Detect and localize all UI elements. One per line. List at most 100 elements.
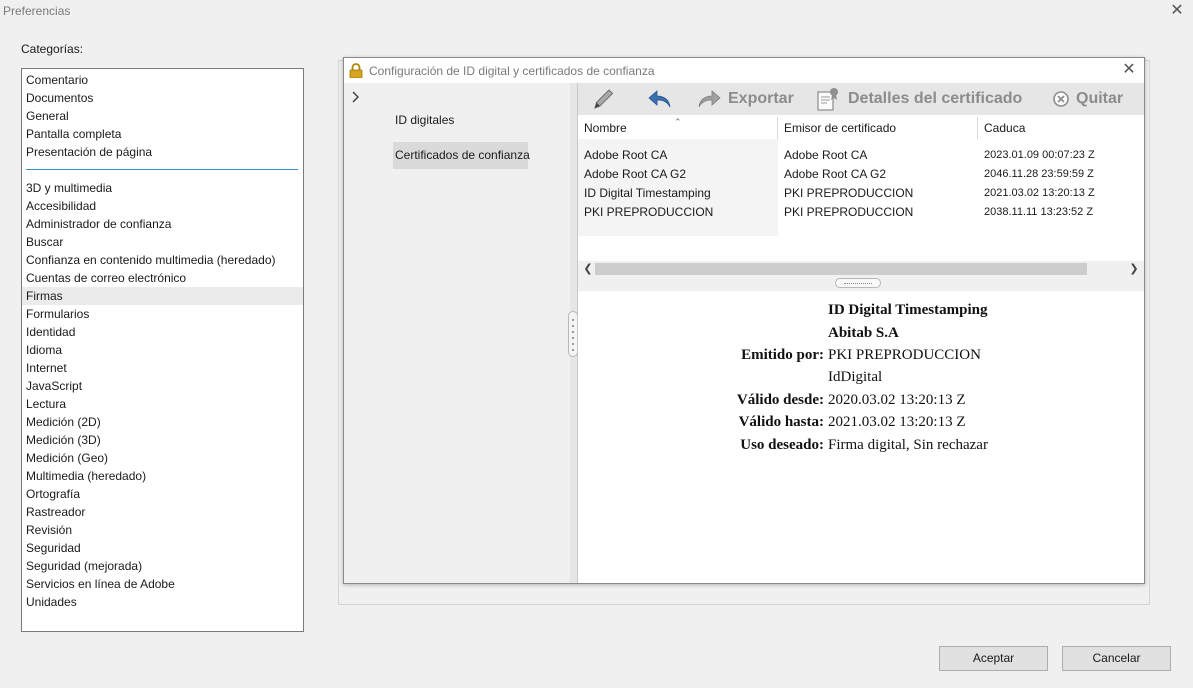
detail-issued-by-row: Emitido por: PKI PREPRODUCCION (578, 344, 1144, 366)
detail-cert-org: Abitab S.A (828, 325, 899, 341)
category-item[interactable]: Formularios (22, 305, 303, 323)
dialog-nav-pane: ID digitales Certificados de confianza (344, 83, 570, 583)
remove-label: Quitar (1076, 90, 1124, 107)
toolbar: Exportar Detalles del certificado Quitar (578, 83, 1144, 115)
cell-name: Adobe Root CA (584, 148, 668, 162)
detail-valid-from-value: 2020.03.02 13:20:13 Z (828, 392, 966, 408)
column-header-expires[interactable]: Caduca (978, 117, 1146, 139)
detail-valid-from-label: Válido desde: (736, 392, 824, 408)
category-item[interactable]: Administrador de confianza (22, 215, 303, 233)
category-item[interactable]: Presentación de página (22, 143, 303, 161)
cell-issuer: Adobe Root CA G2 (784, 167, 887, 181)
category-item[interactable]: Medición (3D) (22, 431, 303, 449)
edit-button[interactable] (590, 83, 616, 115)
detail-issued-by-value: PKI PREPRODUCCION (828, 347, 981, 363)
remove-circle-x-icon (1053, 91, 1069, 107)
horizontal-grip-icon[interactable] (835, 278, 881, 288)
lock-icon (349, 63, 363, 79)
window-title: Preferencias (3, 4, 71, 18)
category-item[interactable]: Documentos (22, 89, 303, 107)
dialog-titlebar: Configuración de ID digital y certificad… (344, 58, 1144, 83)
detail-usage-label: Uso deseado: (740, 437, 824, 453)
category-item[interactable]: Rastreador (22, 503, 303, 521)
certificates-table: ⌃ Nombre Emisor de certificado Caduca Ad… (578, 115, 1144, 260)
certificate-icon (817, 88, 838, 111)
category-item[interactable]: 3D y multimedia (22, 179, 303, 197)
table-row[interactable]: PKI PREPRODUCCION PKI PREPRODUCCION 2038.1… (578, 203, 1138, 222)
cell-issuer: PKI PREPRODUCCION (784, 205, 914, 219)
category-item[interactable]: Seguridad (22, 539, 303, 557)
categories-label: Categorías: (21, 42, 84, 56)
category-item[interactable]: Buscar (22, 233, 303, 251)
cell-name: PKI PREPRODUCCION (584, 205, 714, 219)
chevron-right-icon[interactable] (351, 91, 363, 103)
certificate-details-button[interactable]: Detalles del certificado (814, 83, 1022, 115)
detail-cert-name: ID Digital Timestamping (828, 302, 988, 318)
category-item[interactable]: Multimedia (heredado) (22, 467, 303, 485)
category-item[interactable]: Comentario (22, 71, 303, 89)
category-item[interactable]: Internet (22, 359, 303, 377)
remove-button[interactable]: Quitar (1052, 83, 1123, 115)
dialog-close-icon[interactable]: ✕ (1120, 60, 1138, 80)
category-item[interactable]: Confianza en contenido multimedia (hered… (22, 251, 303, 269)
scroll-left-icon[interactable]: ❮ (580, 261, 596, 277)
import-button[interactable] (647, 83, 673, 115)
nav-item-trusted-certificates[interactable]: Certificados de confianza (393, 142, 530, 169)
window-close-icon[interactable]: ✕ (1169, 2, 1185, 20)
categories-list[interactable]: Comentario Documentos General Pantalla comp… (21, 68, 304, 632)
column-header-name-label: Nombre (584, 121, 627, 135)
table-row[interactable]: Adobe Root CA G2 Adobe Root CA G2 2046.11.… (578, 165, 1138, 184)
category-item[interactable]: Unidades (22, 593, 303, 611)
category-item[interactable]: Identidad (22, 323, 303, 341)
column-header-name[interactable]: ⌃ Nombre (578, 117, 778, 139)
category-item[interactable]: General (22, 107, 303, 125)
cell-expires: 2023.01.09 00:07:23 Z (984, 149, 1095, 161)
undo-arrow-icon (648, 90, 671, 108)
scroll-thumb[interactable] (595, 263, 1087, 275)
detail-valid-to-value: 2021.03.02 13:20:13 Z (828, 414, 966, 430)
category-separator (22, 161, 303, 179)
digital-id-dialog: Configuración de ID digital y certificad… (343, 57, 1145, 584)
category-item[interactable]: Firmas (22, 287, 303, 305)
scroll-right-icon[interactable]: ❯ (1126, 261, 1142, 277)
horizontal-scrollbar[interactable]: ❮ ❯ (578, 261, 1144, 277)
detail-valid-to-row: Válido hasta: 2021.03.02 13:20:13 Z (578, 411, 1144, 433)
horizontal-splitter[interactable] (578, 277, 1144, 291)
category-item[interactable]: Idioma (22, 341, 303, 359)
ok-button[interactable]: Aceptar (939, 646, 1048, 671)
category-item[interactable]: Seguridad (mejorada) (22, 557, 303, 575)
dialog-content: Exportar Detalles del certificado Quitar… (577, 83, 1144, 583)
category-item[interactable]: Pantalla completa (22, 125, 303, 143)
table-row[interactable]: Adobe Root CA Adobe Root CA 2023.01.09 00:… (578, 146, 1138, 165)
vertical-splitter[interactable] (568, 83, 578, 583)
detail-issued-by-label: Emitido por: (741, 347, 824, 363)
detail-usage-row: Uso deseado: Firma digital, Sin rechazar (578, 434, 1144, 456)
cell-name: ID Digital Timestamping (584, 186, 711, 200)
category-item[interactable]: Servicios en línea de Adobe (22, 575, 303, 593)
cell-issuer: Adobe Root CA (784, 148, 868, 162)
pencil-icon (594, 89, 614, 109)
category-item[interactable]: Medición (Geo) (22, 449, 303, 467)
cell-expires: 2021.03.02 13:20:13 Z (984, 187, 1095, 199)
redo-arrow-icon (698, 90, 721, 108)
cell-name: Adobe Root CA G2 (584, 167, 687, 181)
column-header-issuer[interactable]: Emisor de certificado (778, 117, 978, 139)
category-item[interactable]: Ortografía (22, 485, 303, 503)
detail-valid-to-label: Válido hasta: (738, 414, 824, 430)
detail-valid-from-row: Válido desde: 2020.03.02 13:20:13 Z (578, 389, 1144, 411)
cancel-button[interactable]: Cancelar (1062, 646, 1171, 671)
category-item[interactable]: JavaScript (22, 377, 303, 395)
export-button[interactable]: Exportar (696, 83, 794, 115)
table-row[interactable]: ID Digital Timestamping PKI PREPRODUCCION… (578, 184, 1138, 203)
cell-expires: 2038.11.11 13:23:52 Z (984, 206, 1094, 218)
dialog-title: Configuración de ID digital y certificad… (369, 64, 655, 78)
cell-expires: 2046.11.28 23:59:59 Z (984, 168, 1094, 180)
export-label: Exportar (728, 90, 794, 107)
nav-item-digital-ids[interactable]: ID digitales (393, 108, 456, 132)
category-item[interactable]: Revisión (22, 521, 303, 539)
category-item[interactable]: Medición (2D) (22, 413, 303, 431)
category-item[interactable]: Cuentas de correo electrónico (22, 269, 303, 287)
category-item[interactable]: Lectura (22, 395, 303, 413)
cell-issuer: PKI PREPRODUCCION (784, 186, 914, 200)
category-item[interactable]: Accesibilidad (22, 197, 303, 215)
